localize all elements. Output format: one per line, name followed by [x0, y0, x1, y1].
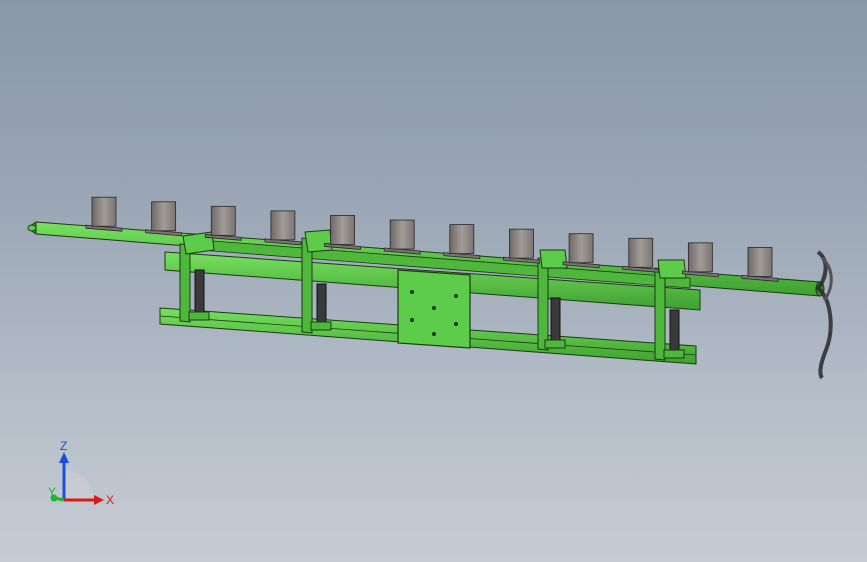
z-label: Z — [60, 439, 67, 453]
mount-block — [741, 247, 779, 282]
mounting-plate — [397, 269, 471, 349]
triad-plane — [64, 470, 94, 500]
end-gripper — [815, 250, 833, 380]
mount-block — [204, 205, 242, 241]
mount-block — [85, 196, 123, 232]
x-label: X — [106, 493, 114, 507]
mount-block — [681, 242, 719, 278]
z-arrow-icon — [59, 452, 69, 463]
mount-block — [622, 237, 660, 273]
x-arrow-icon — [94, 495, 104, 505]
mount-block — [264, 210, 302, 246]
mount-block — [562, 233, 600, 269]
mount-block — [503, 228, 540, 264]
graphics-viewport[interactable]: Z X Y — [0, 0, 867, 562]
mount-block — [443, 224, 481, 260]
cad-model[interactable] — [0, 0, 867, 562]
y-label: Y — [48, 485, 56, 499]
mount-block — [383, 219, 421, 255]
orientation-triad[interactable]: Z X Y — [38, 438, 118, 510]
mount-block — [145, 201, 183, 237]
